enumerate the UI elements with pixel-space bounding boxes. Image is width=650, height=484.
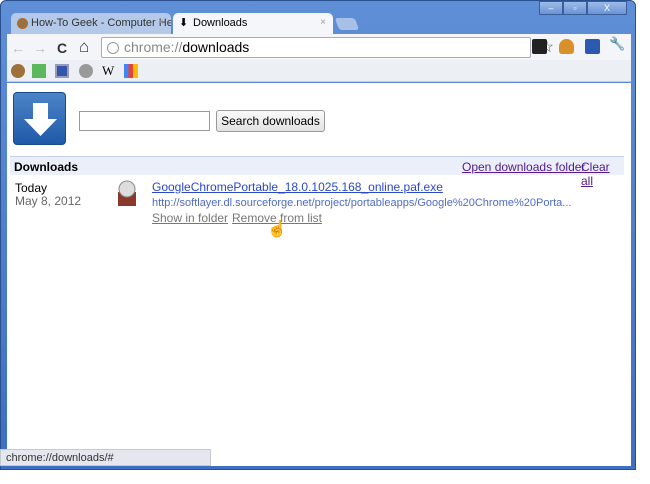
bookmark-google-icon[interactable] (124, 64, 138, 78)
download-source-url: http://softlayer.dl.sourceforge.net/proj… (152, 197, 572, 209)
bookmarks-bar: W (7, 60, 631, 82)
bookmark-calculator-icon[interactable] (55, 64, 69, 78)
hand-cursor-icon: ☝ (267, 221, 287, 238)
search-downloads-button[interactable]: Search downloads (216, 110, 325, 132)
wrench-icon[interactable]: 🔧 (609, 36, 625, 51)
download-filename-link[interactable]: GoogleChromePortable_18.0.1025.168_onlin… (152, 180, 443, 194)
download-day: Today (15, 181, 48, 195)
close-window-button[interactable]: X (587, 1, 627, 15)
tab-close-icon[interactable]: × (320, 17, 326, 28)
toolbar: ← → C ⌂ chrome://downloads ☆ 🔧 (7, 34, 631, 60)
show-in-folder-link[interactable]: Show in folder (152, 211, 228, 225)
home-button[interactable]: ⌂ (79, 37, 89, 57)
download-date: May 8, 2012 (15, 194, 82, 208)
bookmark-howtogeek-icon[interactable] (11, 64, 25, 78)
extension-box-icon[interactable] (559, 39, 574, 54)
back-button[interactable]: ← (11, 40, 25, 56)
extension-clock-icon[interactable] (585, 39, 600, 54)
tab-label: How-To Geek - Computer Help (31, 17, 171, 29)
bookmark-globe-icon[interactable] (79, 64, 93, 78)
downloads-logo-icon (13, 92, 66, 145)
clear-all-link[interactable]: Clear all (581, 160, 624, 188)
reload-button[interactable]: C (57, 40, 67, 56)
howtogeek-favicon-icon (17, 18, 28, 29)
bookmark-download-icon[interactable] (32, 64, 46, 78)
tab-downloads[interactable]: ⬇ Downloads × (173, 13, 333, 35)
url-path: downloads (182, 39, 250, 55)
tab-close-icon[interactable]: × (158, 17, 164, 28)
maximize-button[interactable]: ▫ (563, 1, 587, 15)
search-input[interactable] (79, 111, 210, 131)
address-bar[interactable]: chrome://downloads ☆ (101, 37, 554, 58)
forward-button[interactable]: → (33, 40, 47, 56)
bookmark-wikipedia-icon[interactable]: W (102, 63, 116, 78)
status-bar: chrome://downloads/# (0, 449, 211, 466)
downloads-header: Downloads Open downloads folder Clear al… (10, 156, 624, 188)
open-downloads-folder-link[interactable]: Open downloads folder (462, 160, 585, 174)
minimize-button[interactable]: ‒ (539, 1, 563, 15)
new-tab-button[interactable] (334, 18, 360, 30)
globe-icon (107, 42, 119, 54)
url-scheme: chrome:// (124, 39, 183, 55)
tab-label: Downloads (193, 17, 248, 29)
extension-asterisk-icon[interactable] (532, 39, 547, 54)
tab-howtogeek[interactable]: How-To Geek - Computer Help × (11, 13, 171, 35)
section-title: Downloads (14, 160, 79, 174)
downloads-page: Search downloads Downloads Open download… (7, 83, 631, 466)
download-arrow-icon: ⬇ (179, 17, 189, 29)
file-icon (115, 180, 139, 208)
